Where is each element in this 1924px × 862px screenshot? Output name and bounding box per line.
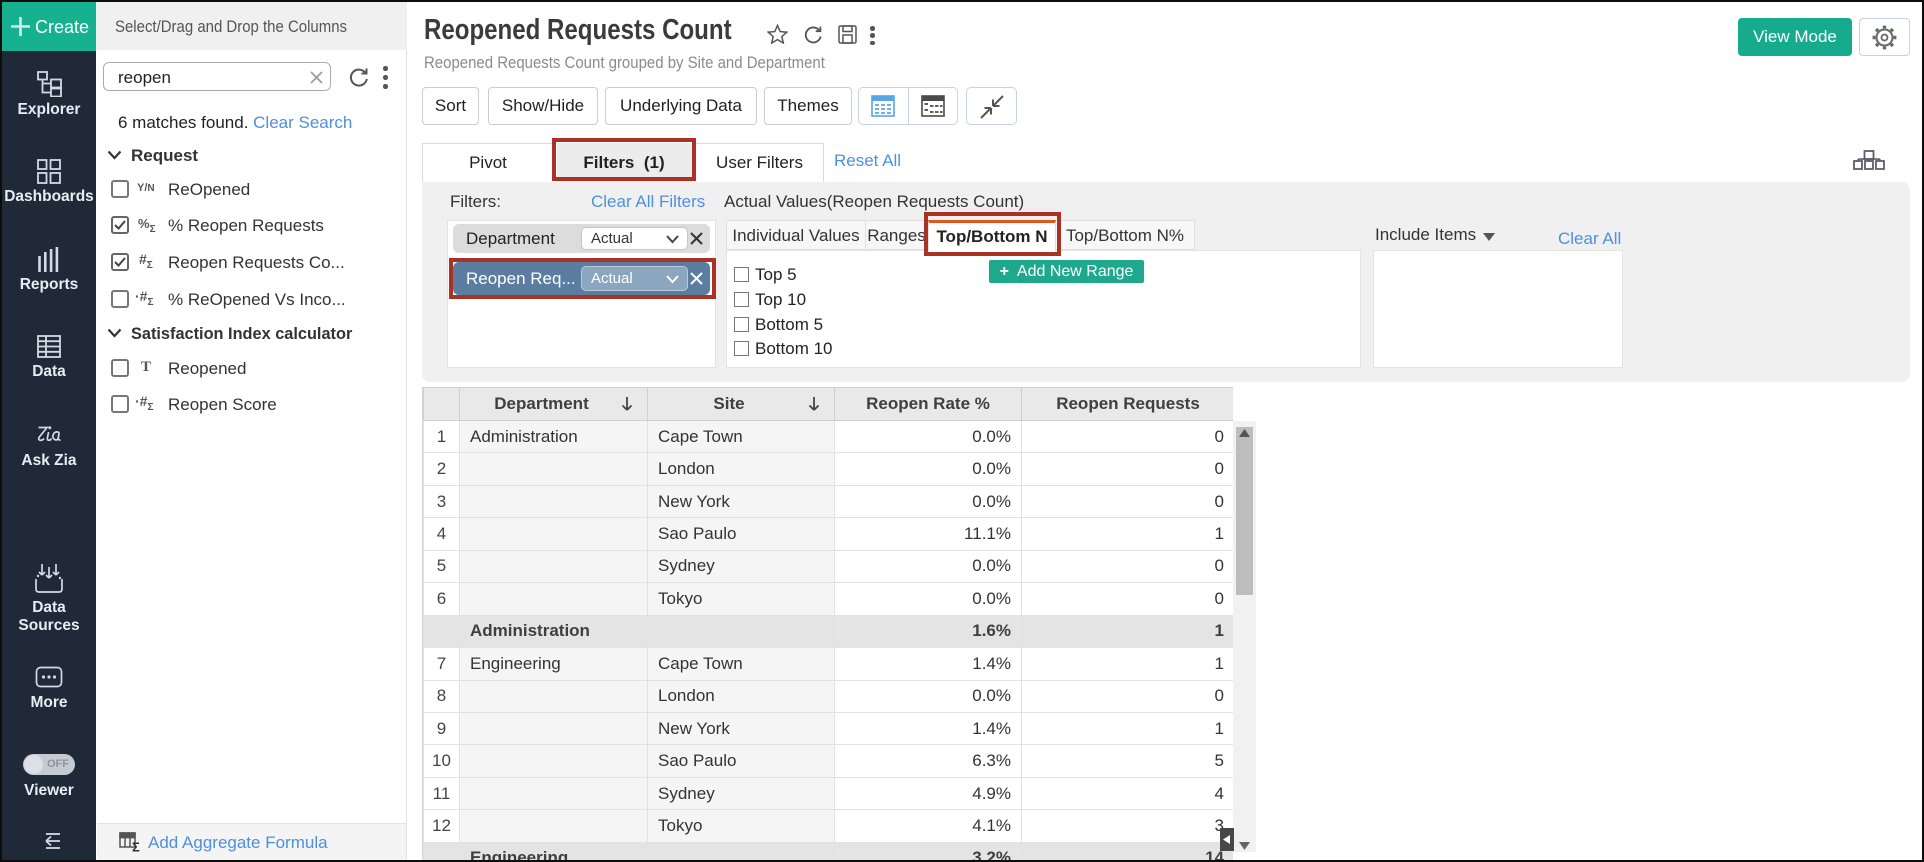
svg-text:Σ: Σ xyxy=(132,840,140,853)
